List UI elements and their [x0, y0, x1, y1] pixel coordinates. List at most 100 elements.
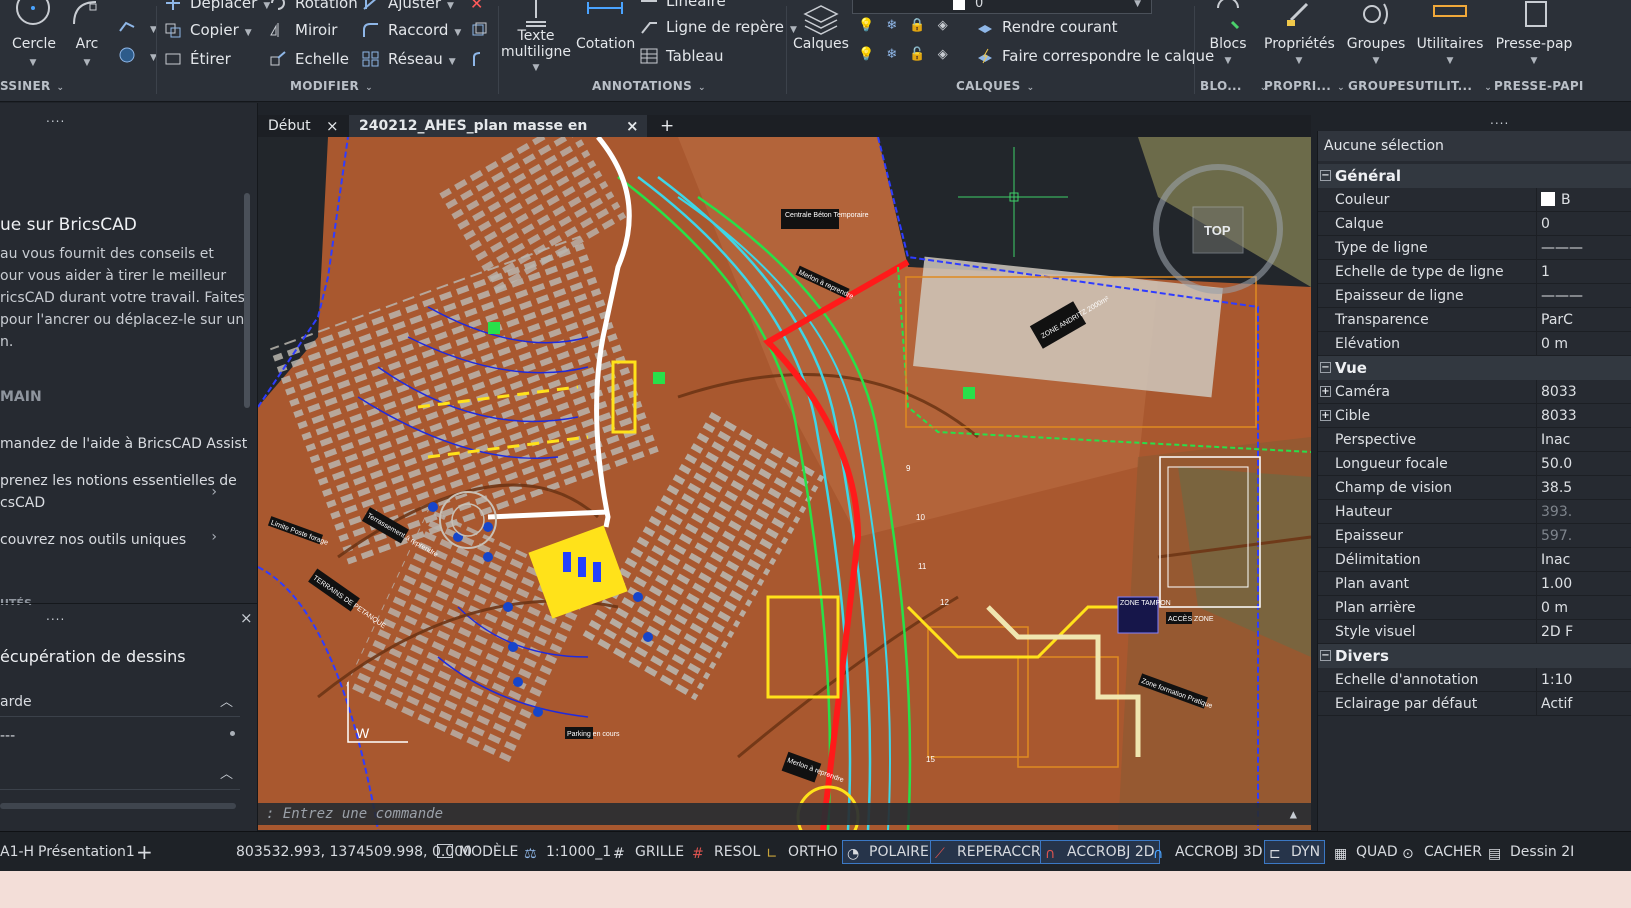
property-row[interactable]: Champ de vision 38.5	[1318, 476, 1631, 500]
group-presse-papiers-label[interactable]: PRESSE-PAPI	[1494, 79, 1584, 93]
add-layout-button[interactable]: +	[136, 832, 153, 872]
property-row[interactable]: + Cible 8033	[1318, 404, 1631, 428]
chevron-down-icon[interactable]: ▼	[12, 58, 54, 68]
chevron-down-icon[interactable]: ▼	[1416, 56, 1484, 66]
layer-dropdown[interactable]: 0 ▼	[852, 0, 1152, 14]
faire-correspondre-button[interactable]: Faire correspondre le calque	[976, 47, 1214, 65]
chevron-up-icon[interactable]: ︿	[220, 691, 233, 710]
property-value[interactable]: 0	[1536, 212, 1631, 236]
property-value[interactable]: 38.5	[1536, 476, 1631, 500]
accrobj3d-toggle[interactable]: ∩ ACCROBJ 3D	[1153, 832, 1263, 872]
property-row[interactable]: Hauteur 393.	[1318, 500, 1631, 524]
property-row[interactable]: Eclairage par défaut Actif	[1318, 692, 1631, 716]
property-value[interactable]: ParC	[1536, 308, 1631, 332]
chevron-down-icon[interactable]: ▼	[500, 60, 572, 76]
property-row[interactable]: Type de ligne ———	[1318, 236, 1631, 260]
collapse-icon[interactable]: −	[1320, 650, 1331, 661]
chevron-down-icon[interactable]: ▼	[1344, 56, 1408, 66]
property-row[interactable]: Echelle de type de ligne 1	[1318, 260, 1631, 284]
erase-button[interactable]: ✕	[470, 0, 483, 13]
drawing-canvas[interactable]: Centrale Béton Temporaire ZONE ANDRITZ 2…	[258, 137, 1311, 830]
property-value[interactable]: 0 m	[1536, 596, 1631, 620]
property-row[interactable]: Plan avant 1.00	[1318, 572, 1631, 596]
scrollbar[interactable]	[244, 193, 250, 408]
category-1[interactable]: − Vue	[1318, 356, 1631, 380]
layer-tools-row1[interactable]: 💡 ❄ 🔒 ◈	[858, 18, 948, 33]
cotation-button[interactable]: Cotation	[576, 0, 635, 52]
collapse-icon[interactable]: −	[1320, 170, 1331, 181]
command-input[interactable]: : Entrez une commande	[266, 806, 443, 822]
property-value[interactable]: B	[1536, 188, 1631, 212]
etirer-button[interactable]: Étirer	[164, 50, 231, 68]
link-essentials[interactable]: prenez les notions essentielles de	[0, 470, 237, 492]
grille-toggle[interactable]: # GRILLE	[613, 832, 684, 872]
rotation-button[interactable]: Rotation	[269, 0, 358, 12]
quad-toggle[interactable]: ▦ QUAD	[1334, 832, 1398, 872]
rendre-courant-button[interactable]: Rendre courant	[976, 18, 1118, 36]
polaire-toggle[interactable]: ◔ POLAIRE	[842, 840, 934, 864]
property-value[interactable]: 0 m	[1536, 332, 1631, 356]
miroir-button[interactable]: Miroir	[269, 21, 337, 39]
layer-tools-row2[interactable]: 💡 ❄ 🔓 ◈	[858, 47, 948, 62]
property-value[interactable]: 8033	[1536, 404, 1631, 428]
calques-button[interactable]: Calques	[792, 0, 850, 52]
chevron-down-icon[interactable]: ▼	[70, 58, 104, 68]
copier-button[interactable]: Copier ▼	[164, 21, 252, 39]
property-value[interactable]: 597.	[1536, 524, 1631, 548]
chevron-down-icon[interactable]: ▼	[1202, 56, 1254, 66]
property-value[interactable]: 393.	[1536, 500, 1631, 524]
drawing-viewport[interactable]: Centrale Béton Temporaire ZONE ANDRITZ 2…	[258, 137, 1311, 830]
property-value[interactable]: ———	[1536, 236, 1631, 260]
texte-multiligne-button[interactable]: Texte multiligne ▼	[500, 0, 572, 76]
property-value[interactable]: ———	[1536, 284, 1631, 308]
property-row[interactable]: Couleur B	[1318, 188, 1631, 212]
add-tab-button[interactable]: +	[650, 115, 674, 137]
selection-dropdown[interactable]: Aucune sélection	[1318, 131, 1631, 161]
close-icon[interactable]: ×	[326, 115, 339, 137]
property-row[interactable]: Délimitation Inac	[1318, 548, 1631, 572]
expand-icon[interactable]: +	[1320, 386, 1331, 397]
chevron-right-icon[interactable]: ›	[211, 529, 217, 545]
horizontal-scrollbar[interactable]	[0, 803, 236, 809]
expand-icon[interactable]: +	[1320, 410, 1331, 421]
chevron-down-icon[interactable]: ▼	[1494, 56, 1574, 66]
dyn-toggle[interactable]: ⊏ DYN	[1264, 840, 1326, 864]
collapse-icon[interactable]: −	[1320, 362, 1331, 373]
tab-debut[interactable]: Début ×	[258, 115, 348, 137]
panel-grip[interactable]: ....	[46, 111, 65, 125]
property-row[interactable]: Plan arrière 0 m	[1318, 596, 1631, 620]
property-value[interactable]: Actif	[1536, 692, 1631, 716]
property-row[interactable]: Elévation 0 m	[1318, 332, 1631, 356]
deplacer-button[interactable]: Déplacer ▼	[164, 0, 270, 12]
property-row[interactable]: + Caméra 8033	[1318, 380, 1631, 404]
property-row[interactable]: Epaisseur de ligne ———	[1318, 284, 1631, 308]
chevron-down-icon[interactable]: ▼	[1264, 56, 1334, 66]
property-row[interactable]: Epaisseur 597.	[1318, 524, 1631, 548]
category-0[interactable]: − Général	[1318, 164, 1631, 188]
cacher-toggle[interactable]: ⊙ CACHER	[1402, 832, 1482, 872]
reseau-button[interactable]: Réseau ▼	[362, 50, 456, 68]
group-dessiner-label[interactable]: SSINER ⌄	[0, 79, 64, 93]
reperaccr-toggle[interactable]: ⟋ REPERACCR	[930, 840, 1046, 864]
presse-papiers-button[interactable]: Presse-pap ▼	[1494, 0, 1574, 66]
chevron-down-icon[interactable]: ▼	[449, 57, 456, 67]
chevron-up-icon[interactable]: ︿	[220, 763, 233, 782]
property-row[interactable]: Longueur focale 50.0	[1318, 452, 1631, 476]
ligne-repere-button[interactable]: Ligne de repère ▼	[640, 18, 797, 36]
recovery-subsection[interactable]: arde	[0, 691, 32, 713]
property-value[interactable]: 1:10	[1536, 668, 1631, 692]
property-value[interactable]: Inac	[1536, 428, 1631, 452]
property-value[interactable]: 50.0	[1536, 452, 1631, 476]
close-icon[interactable]: ×	[626, 115, 639, 137]
group-modifier-label[interactable]: MODIFIER ⌄	[290, 79, 373, 93]
groupes-button[interactable]: Groupes ▼	[1344, 0, 1408, 66]
property-row[interactable]: Perspective Inac	[1318, 428, 1631, 452]
link-assist[interactable]: mandez de l'aide à BricsCAD Assist	[0, 433, 247, 455]
property-value[interactable]: 1	[1536, 260, 1631, 284]
command-line[interactable]: : Entrez une commande ▲	[258, 803, 1311, 825]
offset-button[interactable]	[470, 50, 496, 68]
group-calques-label[interactable]: CALQUES ⌄	[956, 79, 1034, 93]
hatch-tool[interactable]: ▼	[118, 46, 157, 64]
chevron-down-icon[interactable]: ▼	[245, 28, 252, 38]
polyline-tool[interactable]: ▼	[118, 18, 157, 36]
